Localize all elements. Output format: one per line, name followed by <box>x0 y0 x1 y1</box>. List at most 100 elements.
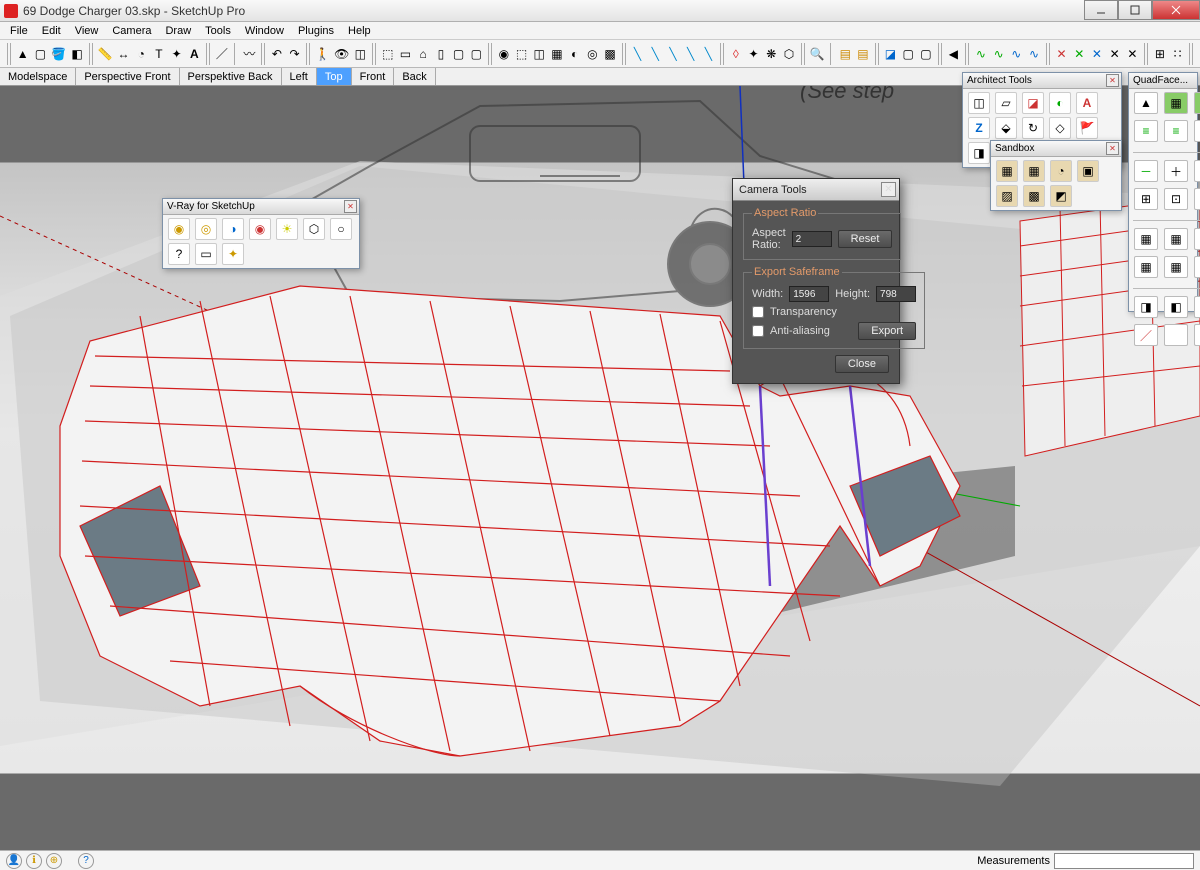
curve4-icon[interactable]: ∿ <box>1026 44 1042 64</box>
camera-tools-title[interactable]: Camera Tools <box>733 179 899 201</box>
qf-smooth-icon[interactable]: ▦ <box>1134 256 1158 278</box>
snap-icon[interactable]: ∷ <box>1170 44 1186 64</box>
xray-icon[interactable]: ◎ <box>584 44 600 64</box>
architect-tool5-icon[interactable]: A <box>1076 92 1098 114</box>
architect-tool7-icon[interactable]: ⬙ <box>995 117 1017 139</box>
arrow-left-icon[interactable]: ◀ <box>946 44 962 64</box>
measure-icon[interactable]: 📏 <box>97 44 114 64</box>
antialias-checkbox[interactable] <box>752 325 764 337</box>
window-close-button[interactable] <box>1152 0 1200 20</box>
dimension-icon[interactable]: ↔ <box>116 44 132 64</box>
quadface-title[interactable]: QuadFace... <box>1129 73 1197 89</box>
scene-tab-top[interactable]: Top <box>317 68 352 85</box>
width-input[interactable] <box>789 286 829 302</box>
menu-file[interactable]: File <box>4 23 34 39</box>
scene-tab-front[interactable]: Front <box>352 68 395 85</box>
left-view-icon[interactable]: ▢ <box>468 44 484 64</box>
edge-tool1-icon[interactable]: ╲ <box>630 44 646 64</box>
section-icon[interactable]: ◫ <box>352 44 368 64</box>
qf-offset-icon[interactable]: － <box>1194 160 1200 182</box>
hidden-icon[interactable]: ◫ <box>531 44 547 64</box>
misc-tool4-icon[interactable]: ⬡ <box>781 44 797 64</box>
sandbox-contours-icon[interactable]: ▦ <box>996 160 1018 182</box>
protractor-icon[interactable]: ◔ <box>133 44 149 64</box>
window-minimize-button[interactable] <box>1084 0 1118 20</box>
look-icon[interactable]: 👁 <box>333 44 350 64</box>
wireframe-icon[interactable]: ⬚ <box>514 44 530 64</box>
layer-tool1-icon[interactable]: ▤ <box>837 44 853 64</box>
scene-tab-perspective-back[interactable]: Perspektive Back <box>180 68 282 85</box>
freehand-icon[interactable]: 〰 <box>241 44 257 64</box>
vray-toolbar-title[interactable]: V-Ray for SketchUp <box>163 199 359 215</box>
redo-icon[interactable]: ↷ <box>287 44 303 64</box>
back-view-icon[interactable]: ▢ <box>451 44 467 64</box>
menu-help[interactable]: Help <box>342 23 377 39</box>
qf-wire-icon[interactable]: ▦ <box>1194 256 1200 278</box>
vertex4-icon[interactable]: ✕ <box>1107 44 1123 64</box>
architect-tool1-icon[interactable]: ◫ <box>968 92 990 114</box>
vertex3-icon[interactable]: ✕ <box>1089 44 1105 64</box>
close-button[interactable]: Close <box>835 355 889 373</box>
text-icon[interactable]: T <box>151 44 167 64</box>
quadface-panel[interactable]: QuadFace... ▲▦▦ ≡≡≡ ─＋－ ⊞⊡◫ ▦▦▦ ▦▦▦ ◨◧▧ … <box>1128 72 1198 312</box>
edge-tool4-icon[interactable]: ╲ <box>683 44 699 64</box>
misc-tool3-icon[interactable]: ❋ <box>763 44 779 64</box>
misc-tool1-icon[interactable]: ◊ <box>728 44 744 64</box>
component2-icon[interactable]: ▢ <box>900 44 916 64</box>
edge-tool5-icon[interactable]: ╲ <box>701 44 717 64</box>
eraser-icon[interactable]: ◧ <box>69 44 85 64</box>
undo-icon[interactable]: ↶ <box>269 44 285 64</box>
measurements-input[interactable] <box>1054 853 1194 869</box>
scene-tab-left[interactable]: Left <box>282 68 317 85</box>
architect-tool10-icon[interactable]: 🚩 <box>1076 117 1098 139</box>
line-icon[interactable]: ／ <box>214 44 230 64</box>
paint-icon[interactable]: 🪣 <box>50 44 67 64</box>
qf-remove-icon[interactable]: ＋ <box>1164 160 1188 182</box>
sandbox-panel[interactable]: Sandbox ✕ ▦ ▦ ◔ ▣ ▨ ▩ ◩ <box>990 140 1122 211</box>
status-help-icon[interactable]: ? <box>78 853 94 869</box>
qf-flip-icon[interactable]: ⊡ <box>1164 188 1188 210</box>
qf-shrink-icon[interactable]: ▦ <box>1194 92 1200 114</box>
mono-icon[interactable]: ◐ <box>567 44 583 64</box>
status-geo-icon[interactable]: ⊕ <box>46 853 62 869</box>
qf-loop-icon[interactable]: ≡ <box>1164 120 1188 142</box>
shaded-icon[interactable]: ◉ <box>496 44 512 64</box>
vray-render-icon[interactable]: ◉ <box>168 218 190 240</box>
qf-blank2-icon[interactable] <box>1194 324 1200 346</box>
qf-loop2-icon[interactable]: ≡ <box>1194 120 1200 142</box>
architect-close-button[interactable]: ✕ <box>1106 74 1119 87</box>
grid-icon[interactable]: ⊞ <box>1152 44 1168 64</box>
qf-tex1-icon[interactable]: ◨ <box>1134 296 1158 318</box>
architect-tools-title[interactable]: Architect Tools <box>963 73 1121 89</box>
sandbox-scratch-icon[interactable]: ▦ <box>1023 160 1045 182</box>
component-icon[interactable]: ▢ <box>33 44 49 64</box>
vray-dome-icon[interactable]: ⬡ <box>303 218 325 240</box>
export-button[interactable]: Export <box>858 322 916 340</box>
architect-tool9-icon[interactable]: ◇ <box>1049 117 1071 139</box>
sandbox-close-button[interactable]: ✕ <box>1106 142 1119 155</box>
architect-tool2-icon[interactable]: ▱ <box>995 92 1017 114</box>
sandbox-detail-icon[interactable]: ▩ <box>1023 185 1045 207</box>
edge-tool2-icon[interactable]: ╲ <box>647 44 663 64</box>
camera-tools-close-button[interactable]: ✕ <box>881 182 896 197</box>
vray-frame-icon[interactable]: ▭ <box>195 243 217 265</box>
walk-icon[interactable]: 🚶 <box>314 44 331 64</box>
menu-plugins[interactable]: Plugins <box>292 23 340 39</box>
scene-tab-modelspace[interactable]: Modelspace <box>0 68 76 85</box>
qf-ring-icon[interactable]: ≡ <box>1134 120 1158 142</box>
sandbox-stamp-icon[interactable]: ▣ <box>1077 160 1099 182</box>
qf-select-icon[interactable]: ▲ <box>1134 92 1158 114</box>
front-view-icon[interactable]: ⌂ <box>415 44 431 64</box>
menu-tools[interactable]: Tools <box>199 23 237 39</box>
select-icon[interactable]: ▲ <box>15 44 31 64</box>
height-input[interactable] <box>876 286 916 302</box>
architect-tool8-icon[interactable]: ↻ <box>1022 117 1044 139</box>
menu-window[interactable]: Window <box>239 23 290 39</box>
3dtext-icon[interactable]: A <box>186 44 202 64</box>
qf-blank1-icon[interactable] <box>1164 324 1188 346</box>
qf-uv1-icon[interactable]: ▦ <box>1134 228 1158 250</box>
menu-camera[interactable]: Camera <box>106 23 157 39</box>
menu-edit[interactable]: Edit <box>36 23 67 39</box>
architect-tool11-icon[interactable]: ◨ <box>968 142 990 164</box>
shaded-textures-icon[interactable]: ▦ <box>549 44 565 64</box>
